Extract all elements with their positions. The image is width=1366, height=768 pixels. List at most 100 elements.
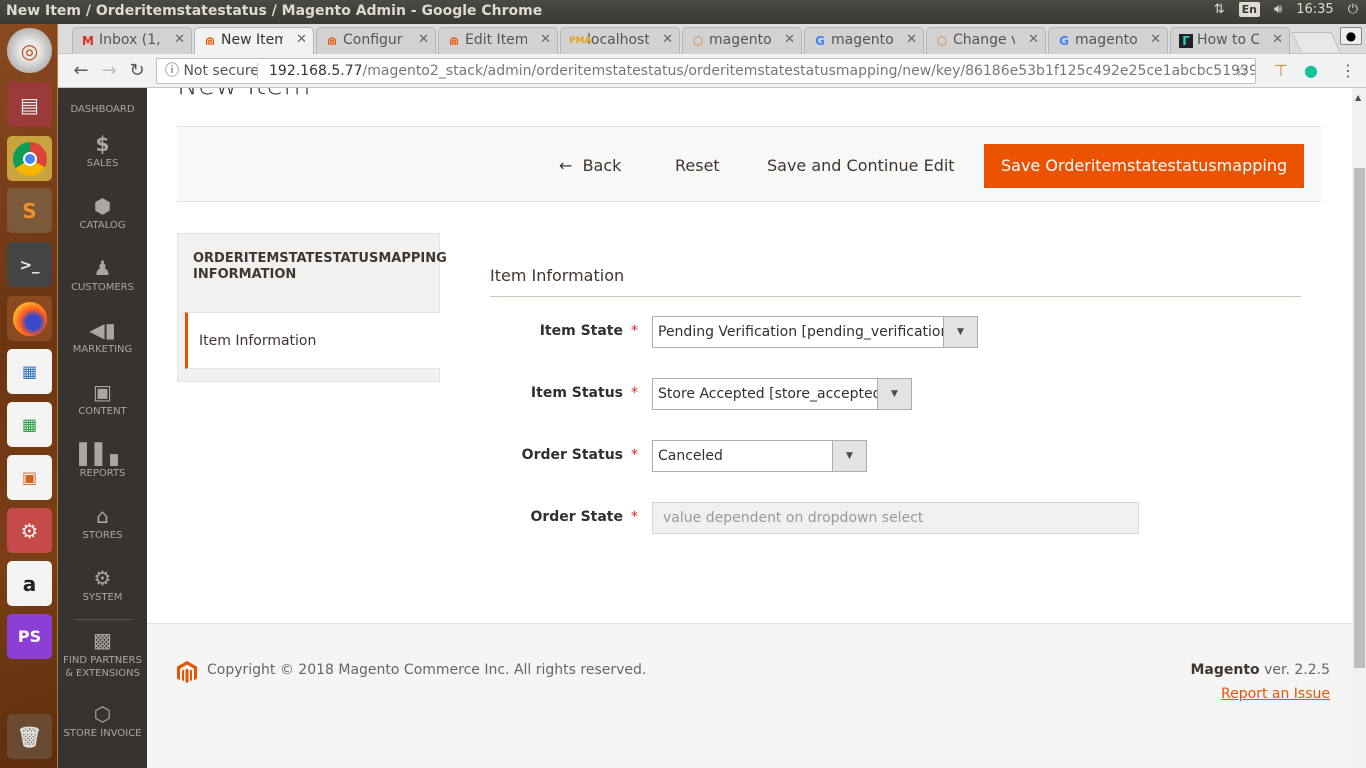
field-item-status: Item Status * Store Accepted [store_acce… — [490, 378, 990, 410]
power-icon[interactable]: ⏻ — [1348, 2, 1358, 17]
field-label: Item Status — [530, 385, 623, 401]
fieldset-divider — [490, 296, 1301, 297]
page-actions-bar: ← Back Reset Save and Continue Edit Save… — [177, 126, 1321, 202]
copyright-text: Copyright © 2018 Magento Commerce Inc. A… — [207, 662, 647, 678]
close-tab-icon[interactable]: ✕ — [174, 32, 185, 47]
clock[interactable]: 16:35 — [1296, 2, 1333, 17]
bookmark-star-icon[interactable]: ☆ — [1235, 59, 1249, 83]
sidebar-item-system[interactable]: ⚙ SYSTEM — [58, 566, 147, 603]
close-tab-icon[interactable]: ✕ — [784, 32, 795, 47]
back-button[interactable]: ← Back — [547, 144, 633, 188]
ubuntu-dash-icon[interactable]: ◎ — [7, 28, 52, 73]
sidebar-item-reports[interactable]: ▌▌▖ REPORTS — [58, 442, 147, 479]
page-scrollbar[interactable]: ▲ — [1352, 88, 1366, 768]
item-state-select[interactable]: Pending Verification [pending_verificati… — [652, 316, 978, 348]
extension-icon[interactable]: ⊤ — [1274, 61, 1288, 80]
keyboard-layout-indicator[interactable]: En — [1238, 2, 1261, 17]
sidebar-item-store-invoice[interactable]: ⬡ STORE INVOICE — [58, 702, 147, 739]
browser-tab[interactable]: PMA localhost ✕ — [560, 27, 680, 54]
close-tab-icon[interactable]: ✕ — [662, 32, 673, 47]
trash-app-icon[interactable]: 🗑︎ — [7, 714, 52, 759]
field-label: Order Status — [521, 447, 623, 463]
required-marker: * — [631, 385, 638, 401]
save-button[interactable]: Save Orderitemstatestatusmapping — [984, 144, 1305, 188]
tab-item-information[interactable]: Item Information — [185, 312, 440, 369]
phpstorm-app-icon[interactable]: PS — [7, 614, 52, 659]
sidebar-item-content[interactable]: ▣ CONTENT — [58, 380, 147, 417]
sidebar-item-marketing[interactable]: ◀▮ MARKETING — [58, 318, 147, 355]
grammarly-icon[interactable]: ● — [1304, 61, 1318, 80]
layout-icon: ▣ — [93, 380, 112, 404]
address-bar[interactable]: ⓘ Not secure 192.168.5.77/magento2_stack… — [156, 58, 1256, 84]
close-tab-icon[interactable]: ✕ — [540, 32, 551, 47]
required-marker: * — [631, 509, 638, 525]
close-tab-icon[interactable]: ✕ — [296, 32, 307, 47]
firefox-app-icon[interactable] — [7, 296, 52, 341]
sidebar-item-dashboard[interactable]: DASHBOARD — [58, 88, 147, 115]
sublime-text-app-icon[interactable]: S — [7, 188, 52, 233]
close-tab-icon[interactable]: ✕ — [1150, 32, 1161, 47]
back-nav-icon[interactable]: ← — [70, 60, 92, 81]
person-icon: ♟ — [93, 256, 112, 280]
os-launcher: ◎ ▤ S >_ ▦ ▦ ▣ ⚙ a PS 🗑︎ — [0, 24, 58, 768]
new-tab-button[interactable] — [1291, 32, 1341, 52]
form-tabs-panel: ORDERITEMSTATESTATUSMAPPING INFORMATION … — [177, 233, 447, 382]
browser-tab-active[interactable]: ⋒ New Item ✕ — [194, 27, 314, 54]
sidebar-item-find-partners[interactable]: ▩ FIND PARTNERS & EXTENSIONS — [58, 628, 147, 680]
browser-tab[interactable]: ⋒ Edit Item ✕ — [438, 27, 558, 54]
required-marker: * — [631, 447, 638, 463]
system-tray: ⇅ En 🔊︎ 16:35 ⏻ — [1214, 2, 1358, 17]
hexagon-icon: ⬡ — [93, 702, 112, 726]
fieldset-title: Item Information — [490, 266, 625, 285]
profile-icon[interactable]: ● — [1340, 27, 1362, 45]
item-status-select[interactable]: Store Accepted [store_accepted] ▼ — [652, 378, 912, 410]
browser-tab[interactable]: Gmagento ✕ — [804, 27, 924, 54]
bar-chart-icon: ▌▌▖ — [79, 442, 126, 466]
reset-button[interactable]: Reset — [663, 144, 732, 188]
reload-icon[interactable]: ↻ — [126, 60, 148, 81]
browser-tab[interactable]: Gmagento ✕ — [1048, 27, 1168, 54]
libreoffice-writer-app-icon[interactable]: ▦ — [7, 349, 52, 394]
libreoffice-impress-app-icon[interactable]: ▣ — [7, 455, 52, 500]
browser-tab[interactable]: ⋒ Configur ✕ — [316, 27, 436, 54]
google-icon: G — [815, 34, 825, 48]
libreoffice-calc-app-icon[interactable]: ▦ — [7, 402, 52, 447]
sidebar-item-catalog[interactable]: ⬢ CATALOG — [58, 194, 147, 231]
sidebar-item-customers[interactable]: ♟ CUSTOMERS — [58, 256, 147, 293]
dashboard-icon — [58, 88, 147, 102]
sidebar-item-sales[interactable]: $ SALES — [58, 132, 147, 169]
close-tab-icon[interactable]: ✕ — [906, 32, 917, 47]
network-icon[interactable]: ⇅ — [1214, 2, 1225, 17]
close-tab-icon[interactable]: ✕ — [1028, 32, 1039, 47]
browser-tab[interactable]: ᒥ How to C ✕ — [1170, 27, 1290, 54]
close-tab-icon[interactable]: ✕ — [1272, 32, 1283, 47]
save-and-continue-button[interactable]: Save and Continue Edit — [755, 144, 967, 188]
chrome-app-icon[interactable] — [7, 136, 52, 181]
amazon-app-icon[interactable]: a — [7, 561, 52, 606]
magento-icon: ⋒ — [204, 34, 216, 48]
scrollbar-thumb[interactable] — [1354, 168, 1365, 668]
volume-icon[interactable]: 🔊︎ — [1274, 2, 1282, 17]
main-content: New Item ← Back Reset Save and Continue … — [147, 88, 1352, 768]
store-icon: ⌂ — [96, 504, 109, 528]
files-app-icon[interactable]: ▤ — [7, 82, 52, 127]
chevron-down-icon: ▼ — [832, 441, 866, 471]
dollar-icon: $ — [95, 132, 110, 156]
forward-nav-icon[interactable]: → — [98, 60, 120, 81]
close-tab-icon[interactable]: ✕ — [418, 32, 429, 47]
sidebar-item-stores[interactable]: ⌂ STORES — [58, 504, 147, 541]
security-indicator[interactable]: ⓘ Not secure — [165, 59, 259, 83]
system-settings-app-icon[interactable]: ⚙ — [7, 508, 52, 553]
order-status-select[interactable]: Canceled ▼ — [652, 440, 867, 472]
field-label: Order State — [530, 509, 623, 525]
browser-tab[interactable]: ⬡ magento ✕ — [682, 27, 802, 54]
box-icon: ⬢ — [93, 194, 112, 218]
admin-sidebar: DASHBOARD $ SALES ⬢ CATALOG ♟ CUSTOMERS ◀▮ M… — [58, 88, 147, 768]
browser-tab[interactable]: ⬡ Change v ✕ — [926, 27, 1046, 54]
browser-tab[interactable]: M Inbox (1, ✕ — [72, 27, 192, 54]
scroll-up-arrow-icon[interactable]: ▲ — [1355, 93, 1361, 102]
order-state-input[interactable]: value dependent on dropdown select — [652, 502, 1139, 534]
report-issue-link[interactable]: Report an Issue — [1221, 686, 1330, 702]
terminal-app-icon[interactable]: >_ — [7, 242, 52, 287]
chrome-menu-icon[interactable]: ⋮ — [1340, 61, 1356, 80]
